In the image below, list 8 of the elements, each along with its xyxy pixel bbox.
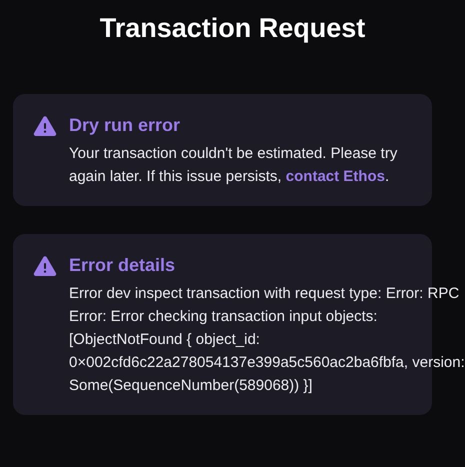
page-title: Transaction Request xyxy=(100,12,366,45)
alert-title: Error details xyxy=(69,254,176,277)
alert-message: Your transaction couldn't be estimated. Please try again later. If this issue persists, contact Ethos. xyxy=(69,144,398,187)
warning-icon xyxy=(33,115,57,137)
alert-message: Error dev inspect transaction with request type: Error: RPC Error: Error checking transaction input objects: [ObjectNotFound { object_id: 0×002cfd6c22a278054137e399a5c560ac2ba6fbfa, version: Some(SequenceNumber(589068)) }] xyxy=(69,284,465,396)
alert-title: Dry run error xyxy=(69,114,182,137)
warning-icon xyxy=(33,255,57,277)
contact-link[interactable]: contact Ethos xyxy=(286,168,385,185)
